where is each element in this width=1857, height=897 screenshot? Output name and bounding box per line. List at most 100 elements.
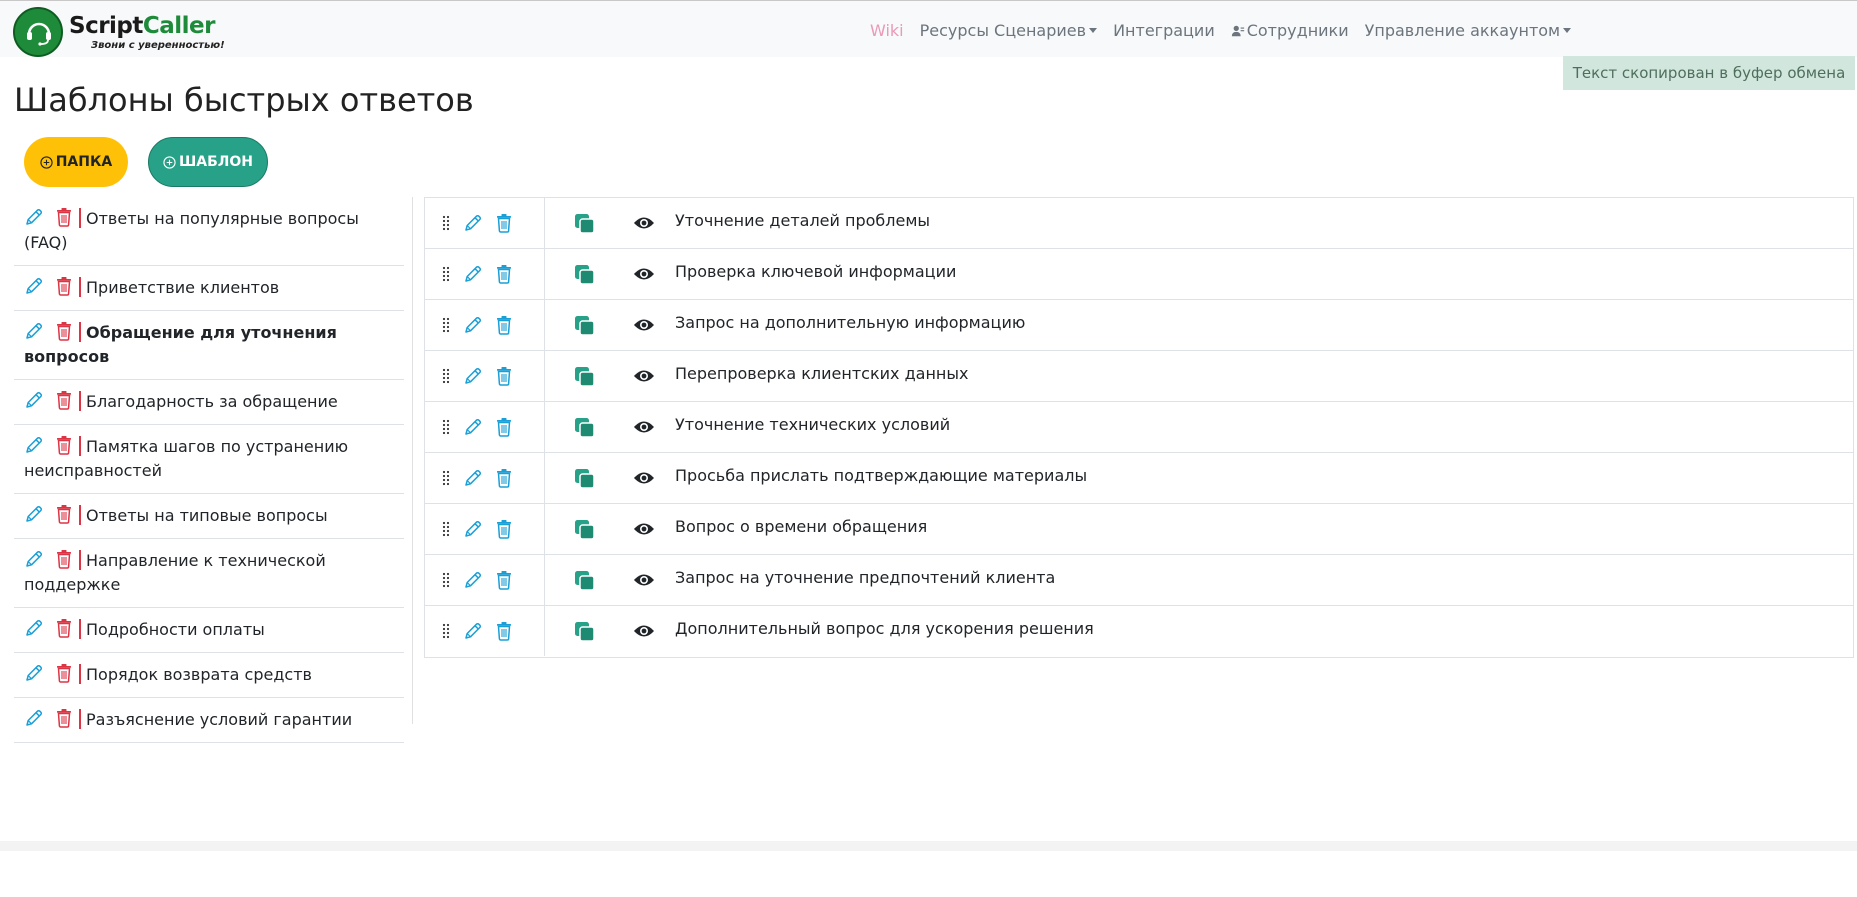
trash-delete-icon[interactable] xyxy=(496,621,512,641)
eye-view-icon[interactable] xyxy=(633,470,655,486)
folder-item[interactable]: Благодарность за обращение xyxy=(14,380,404,425)
folder-item[interactable]: Обращение для уточнения вопросов xyxy=(14,311,404,380)
copy-icon[interactable] xyxy=(574,315,596,337)
trash-delete-icon[interactable] xyxy=(56,504,72,524)
nav-account-dropdown[interactable]: Управление аккаунтом xyxy=(1365,21,1572,40)
copy-icon[interactable] xyxy=(574,468,596,490)
copy-icon[interactable] xyxy=(574,621,596,643)
folder-item[interactable]: Ответы на популярные вопросы (FAQ) xyxy=(14,197,404,266)
pencil-edit-icon[interactable] xyxy=(24,504,44,524)
trash-delete-icon[interactable] xyxy=(496,417,512,437)
trash-delete-icon[interactable] xyxy=(56,390,72,410)
copy-icon[interactable] xyxy=(574,213,596,235)
eye-view-icon[interactable] xyxy=(633,419,655,435)
trash-delete-icon[interactable] xyxy=(496,570,512,590)
pencil-edit-icon[interactable] xyxy=(463,264,483,284)
eye-view-icon[interactable] xyxy=(633,623,655,639)
logo[interactable]: ScriptCaller Звони с уверенностью! xyxy=(13,7,225,57)
template-title[interactable]: Проверка ключевой информации xyxy=(675,262,956,281)
eye-view-icon[interactable] xyxy=(633,572,655,588)
eye-view-icon[interactable] xyxy=(633,521,655,537)
template-title[interactable]: Запрос на дополнительную информацию xyxy=(675,313,1025,332)
pencil-edit-icon[interactable] xyxy=(24,708,44,728)
trash-delete-icon[interactable] xyxy=(56,708,72,728)
folder-marker xyxy=(79,277,81,297)
trash-delete-icon[interactable] xyxy=(56,321,72,341)
pencil-edit-icon[interactable] xyxy=(24,549,44,569)
eye-view-icon[interactable] xyxy=(633,368,655,384)
trash-delete-icon[interactable] xyxy=(56,276,72,296)
trash-delete-icon[interactable] xyxy=(496,519,512,539)
trash-delete-icon[interactable] xyxy=(56,663,72,683)
pencil-edit-icon[interactable] xyxy=(463,570,483,590)
drag-handle-icon[interactable] xyxy=(442,317,450,333)
eye-view-icon[interactable] xyxy=(633,317,655,333)
drag-handle-icon[interactable] xyxy=(442,368,450,384)
pencil-edit-icon[interactable] xyxy=(463,621,483,641)
drag-handle-icon[interactable] xyxy=(442,419,450,435)
template-title[interactable]: Просьба прислать подтверждающие материал… xyxy=(675,466,1087,485)
pencil-edit-icon[interactable] xyxy=(24,390,44,410)
folder-item[interactable]: Направление к технической поддержке xyxy=(14,539,404,608)
column-divider xyxy=(412,197,413,724)
trash-delete-icon[interactable] xyxy=(56,435,72,455)
template-row: Уточнение технических условий xyxy=(425,402,1853,453)
folder-item[interactable]: Приветствие клиентов xyxy=(14,266,404,311)
copy-icon[interactable] xyxy=(574,519,596,541)
eye-view-icon[interactable] xyxy=(633,266,655,282)
folder-item[interactable]: Памятка шагов по устранению неисправност… xyxy=(14,425,404,494)
trash-delete-icon[interactable] xyxy=(496,213,512,233)
folder-item[interactable]: Разъяснение условий гарантии xyxy=(14,698,404,743)
pencil-edit-icon[interactable] xyxy=(463,417,483,437)
nav-resources-label: Ресурсы Сценариев xyxy=(919,21,1087,40)
trash-delete-icon[interactable] xyxy=(496,315,512,335)
copy-icon[interactable] xyxy=(574,417,596,439)
copy-icon[interactable] xyxy=(574,366,596,388)
nav-resources-dropdown[interactable]: Ресурсы Сценариев xyxy=(919,21,1098,40)
drag-handle-icon[interactable] xyxy=(442,623,450,639)
pencil-edit-icon[interactable] xyxy=(24,321,44,341)
pencil-edit-icon[interactable] xyxy=(463,519,483,539)
folder-marker xyxy=(79,619,81,639)
drag-handle-icon[interactable] xyxy=(442,266,450,282)
template-title[interactable]: Вопрос о времени обращения xyxy=(675,517,927,536)
trash-delete-icon[interactable] xyxy=(56,549,72,569)
trash-delete-icon[interactable] xyxy=(496,264,512,284)
template-title[interactable]: Запрос на уточнение предпочтений клиента xyxy=(675,568,1055,587)
template-title[interactable]: Дополнительный вопрос для ускорения реше… xyxy=(675,619,1094,638)
drag-handle-icon[interactable] xyxy=(442,572,450,588)
nav-integrations[interactable]: Интеграции xyxy=(1113,21,1215,40)
template-title[interactable]: Перепроверка клиентских данных xyxy=(675,364,968,383)
pencil-edit-icon[interactable] xyxy=(24,276,44,296)
eye-view-icon[interactable] xyxy=(633,215,655,231)
folder-item[interactable]: Ответы на типовые вопросы xyxy=(14,494,404,539)
pencil-edit-icon[interactable] xyxy=(463,315,483,335)
nav-employees[interactable]: Сотрудники xyxy=(1231,21,1349,40)
add-template-button[interactable]: ШАБЛОН xyxy=(148,137,268,187)
drag-handle-icon[interactable] xyxy=(442,470,450,486)
pencil-edit-icon[interactable] xyxy=(24,663,44,683)
drag-handle-icon[interactable] xyxy=(442,521,450,537)
pencil-edit-icon[interactable] xyxy=(24,435,44,455)
trash-delete-icon[interactable] xyxy=(496,468,512,488)
pencil-edit-icon[interactable] xyxy=(463,468,483,488)
copy-icon[interactable] xyxy=(574,570,596,592)
drag-handle-icon[interactable] xyxy=(442,215,450,231)
copy-icon[interactable] xyxy=(574,264,596,286)
trash-delete-icon[interactable] xyxy=(496,366,512,386)
template-title[interactable]: Уточнение технических условий xyxy=(675,415,950,434)
page-title: Шаблоны быстрых ответов xyxy=(14,81,474,119)
template-title[interactable]: Уточнение деталей проблемы xyxy=(675,211,930,230)
folder-item[interactable]: Подробности оплаты xyxy=(14,608,404,653)
add-folder-button[interactable]: ПАПКА xyxy=(24,137,128,187)
folder-label: Подробности оплаты xyxy=(86,620,265,639)
plus-circle-icon xyxy=(163,155,176,169)
trash-delete-icon[interactable] xyxy=(56,618,72,638)
nav-wiki[interactable]: Wiki xyxy=(870,21,904,40)
pencil-edit-icon[interactable] xyxy=(463,366,483,386)
pencil-edit-icon[interactable] xyxy=(463,213,483,233)
pencil-edit-icon[interactable] xyxy=(24,618,44,638)
folder-item[interactable]: Порядок возврата средств xyxy=(14,653,404,698)
pencil-edit-icon[interactable] xyxy=(24,207,44,227)
trash-delete-icon[interactable] xyxy=(56,207,72,227)
